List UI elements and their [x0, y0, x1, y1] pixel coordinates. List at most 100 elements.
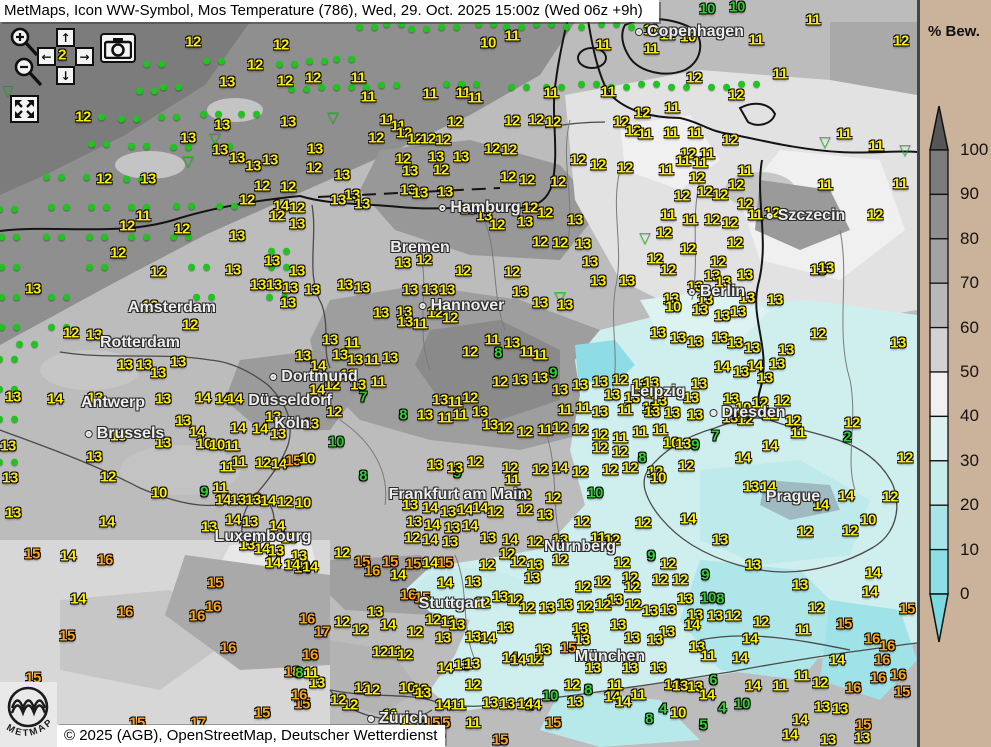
temperature-value: 13 — [330, 193, 346, 208]
up-arrow-icon: ↑ — [60, 32, 70, 44]
temperature-value: 13 — [624, 631, 640, 646]
temperature-value: 7 — [711, 429, 719, 444]
city-label: Prague — [766, 489, 820, 505]
temperature-value: 14 — [215, 493, 231, 508]
temperature-value: 12 — [575, 580, 591, 595]
temperature-value: 13 — [567, 695, 583, 710]
map-canvas[interactable]: ● ●● ●● ●● ●● ●● ●● ●● ●● ●● ●● ●● ●● ●●… — [0, 0, 917, 747]
temperature-value: 12 — [352, 623, 368, 638]
temperature-value: 13 — [465, 575, 481, 590]
city-label: Bremen — [390, 240, 450, 256]
cloud-cover-legend-panel: % Bew. 1009080706050403020100 — [917, 0, 991, 747]
temperature-value: 13 — [535, 643, 551, 658]
temperature-value: 12 — [150, 265, 166, 280]
temperature-value: 13 — [373, 306, 389, 321]
temperature-value: 11 — [413, 317, 428, 332]
city-label: München — [575, 649, 645, 665]
temperature-value: 12 — [364, 683, 380, 698]
temperature-value: 13 — [86, 450, 102, 465]
temperature-value: 10 — [699, 2, 715, 17]
temperature-value: 14 — [390, 568, 406, 583]
temperature-value: 12 — [425, 613, 441, 628]
temperature-value: 12 — [686, 71, 702, 86]
shower-symbol-icon: ▽ — [899, 143, 911, 158]
temperature-value: 4 — [718, 701, 726, 716]
temperature-value: 12 — [545, 491, 561, 506]
temperature-value: 12 — [674, 189, 690, 204]
temperature-value: 11 — [304, 666, 319, 681]
city-label: Köln — [274, 416, 310, 432]
temperature-value: 13 — [532, 371, 548, 386]
temperature-value: 9 — [647, 549, 655, 564]
temperature-value: 11 — [232, 455, 247, 470]
drizzle-symbol-icon: ● ● — [128, 234, 153, 243]
temperature-value: 13 — [432, 393, 448, 408]
temperature-value: 12 — [532, 235, 548, 250]
pan-down-button[interactable]: ↓ — [56, 66, 75, 85]
pan-up-button[interactable]: ↑ — [56, 28, 75, 47]
temperature-value: 12 — [574, 515, 590, 530]
temperature-value: 13 — [264, 254, 280, 269]
temperature-value: 11 — [576, 401, 591, 416]
temperature-value: 14 — [195, 391, 211, 406]
temperature-value: 13 — [512, 285, 528, 300]
temperature-value: 12 — [617, 161, 633, 176]
drizzle-symbol-icon: ● ● — [216, 203, 241, 212]
temperature-value: 13 — [517, 215, 533, 230]
temperature-value: 12 — [75, 110, 91, 125]
temperature-value: 13 — [453, 150, 469, 165]
temperature-value: 13 — [482, 696, 498, 711]
temperature-value: 12 — [487, 505, 503, 520]
temperature-value: 12 — [280, 180, 296, 195]
temperature-value: 11 — [438, 411, 453, 426]
temperature-value: 11 — [688, 126, 703, 141]
temperature-value: 13 — [730, 305, 746, 320]
temperature-value: 2 — [58, 48, 66, 63]
temperature-value: 13 — [574, 633, 590, 648]
pan-right-button[interactable]: → — [75, 47, 94, 66]
temperature-value: 13 — [567, 213, 583, 228]
temperature-value: 9 — [200, 485, 208, 500]
temperature-value: 13 — [712, 331, 728, 346]
temperature-value: 13 — [532, 296, 548, 311]
temperature-value: 12 — [528, 113, 544, 128]
temperature-value: 12 — [527, 535, 543, 550]
temperature-value: 16 — [874, 653, 890, 668]
city-marker-icon — [767, 213, 773, 219]
temperature-value: 13 — [180, 131, 196, 146]
temperature-value: 11 — [773, 67, 788, 82]
temperature-value: 16 — [97, 553, 113, 568]
temperature-value: 13 — [354, 197, 370, 212]
colorbar: 1009080706050403020100 — [927, 100, 957, 665]
temperature-value: 12 — [594, 575, 610, 590]
temperature-value: 13 — [767, 293, 783, 308]
page-title: MetMaps, Icon WW-Symbol, Mos Temperature… — [4, 2, 643, 19]
shower-symbol-icon: ▽ — [819, 135, 831, 150]
temperature-value: 15 — [545, 716, 561, 731]
temperature-value: 10 — [665, 300, 681, 315]
temperature-value: 9 — [701, 568, 709, 583]
temperature-value: 13 — [744, 341, 760, 356]
temperature-value: 12 — [532, 463, 548, 478]
temperature-value: 13 — [818, 261, 834, 276]
drizzle-symbol-icon: ● ● — [88, 204, 113, 213]
temperature-value: 12 — [455, 264, 471, 279]
city-label: Rotterdam — [100, 335, 180, 351]
fullscreen-button[interactable] — [10, 95, 39, 123]
temperature-value: 12 — [182, 318, 198, 333]
temperature-value: 13 — [712, 533, 728, 548]
temperature-value: 12 — [479, 558, 495, 573]
temperature-value: 13 — [512, 373, 528, 388]
temperature-value: 16 — [189, 609, 205, 624]
copyright-text: © 2025 (AGB), OpenStreetMap, Deutscher W… — [64, 727, 437, 744]
temperature-value: 13 — [644, 405, 660, 420]
snapshot-button[interactable] — [100, 33, 136, 63]
temperature-value: 11 — [676, 154, 691, 169]
temperature-value: 12 — [289, 201, 305, 216]
pan-left-button[interactable]: ← — [37, 47, 56, 66]
city-label: Nürnberg — [544, 539, 616, 555]
temperature-value: 13 — [225, 263, 241, 278]
temperature-value: 13 — [575, 237, 591, 252]
temperature-value: 16 — [890, 668, 906, 683]
legend-tick-label: 80 — [960, 230, 979, 248]
